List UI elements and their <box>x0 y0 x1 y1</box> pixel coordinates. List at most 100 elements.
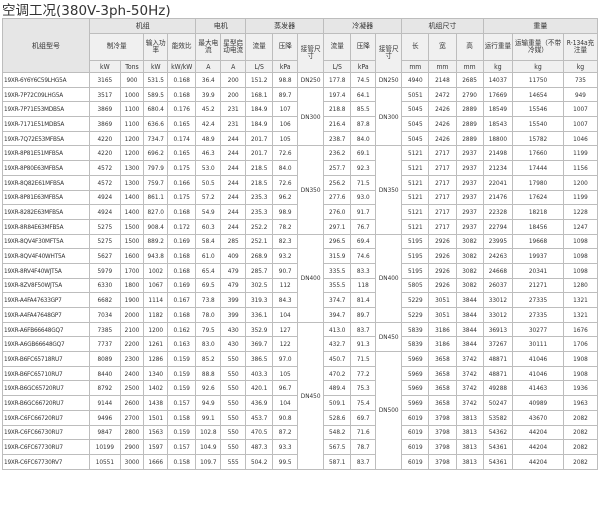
length-cell: 5805 <box>401 277 430 294</box>
model-cell: 19XR-8Q82E61MFB5A <box>1 174 91 191</box>
star-current-cell: 200 <box>220 86 247 103</box>
evap-pipe-cell: DN400 <box>297 233 325 323</box>
model-cell: 19XR-B6GC65720RU7 <box>1 380 91 397</box>
evap-pressure-cell: 89.7 <box>272 86 299 103</box>
subheader-length: 长 <box>401 33 430 61</box>
height-cell: 3844 <box>455 292 484 308</box>
capacity-kw-cell: 7034 <box>89 307 121 323</box>
cond-flow-cell: 432.7 <box>323 336 352 353</box>
capacity-kw-cell: 9847 <box>89 424 121 441</box>
length-cell: 5045 <box>401 130 430 147</box>
operating-weight-cell: 37267 <box>482 336 514 353</box>
cond-pressure-cell: 69.1 <box>350 145 377 162</box>
height-cell: 2889 <box>455 116 484 132</box>
operating-weight-cell: 22794 <box>482 218 514 235</box>
capacity-tons-cell: 2900 <box>119 439 145 455</box>
table-body: 19XR-6Y6Y6C59LHG5A 3165 900 531.5 0.168 36.4 2… <box>1 72 599 470</box>
evap-pressure-cell: 106 <box>272 116 299 132</box>
efficiency-cell: 0.159 <box>167 380 197 397</box>
efficiency-cell: 0.167 <box>167 292 197 308</box>
capacity-kw-cell: 9144 <box>89 395 121 411</box>
refrigerant-charge-cell: 1007 <box>562 101 599 118</box>
cond-pipe-cell: DN500 <box>375 351 403 470</box>
star-current-cell: 550 <box>220 395 247 411</box>
input-power-cell: 1114 <box>143 292 169 308</box>
length-cell: 5121 <box>401 174 430 191</box>
capacity-kw-cell: 4924 <box>89 204 121 220</box>
unit-cell: A <box>220 60 247 73</box>
input-power-cell: 636.6 <box>143 116 169 132</box>
evap-flow-cell: 386.5 <box>245 351 274 367</box>
cond-pipe-cell: DN250 <box>375 72 403 88</box>
refrigerant-charge-cell: 1199 <box>562 145 599 162</box>
evap-flow-cell: 201.7 <box>245 145 274 162</box>
model-cell: 19XR-8ZV8F50WJT5A <box>1 277 91 294</box>
capacity-tons-cell: 2400 <box>119 365 145 382</box>
evap-flow-cell: 352.9 <box>245 321 274 338</box>
efficiency-cell: 0.158 <box>167 453 197 470</box>
evap-pressure-cell: 98.8 <box>272 72 299 88</box>
length-cell: 6019 <box>401 424 430 441</box>
cond-flow-cell: 177.8 <box>323 72 352 88</box>
unit-cell: kg <box>512 60 564 73</box>
refrigerant-charge-cell: 1156 <box>562 160 599 176</box>
width-cell: 2717 <box>428 189 457 206</box>
width-cell: 2717 <box>428 145 457 162</box>
cond-pressure-cell: 71.5 <box>350 351 377 367</box>
max-current-cell: 57.2 <box>195 189 222 206</box>
evap-pressure-cell: 84.0 <box>272 160 299 176</box>
max-current-cell: 99.1 <box>195 409 222 426</box>
height-cell: 3844 <box>455 307 484 323</box>
max-current-cell: 88.8 <box>195 365 222 382</box>
cond-pressure-cell: 75.3 <box>350 380 377 397</box>
cond-flow-cell: 548.2 <box>323 424 352 441</box>
cond-pressure-cell: 64.1 <box>350 86 377 103</box>
cond-flow-cell: 413.0 <box>323 321 352 338</box>
refrigerant-charge-cell: 1908 <box>562 351 599 367</box>
cond-pipe-cell: DN450 <box>375 321 403 353</box>
group-weight-header: 重量 <box>482 18 599 34</box>
length-cell: 6019 <box>401 439 430 455</box>
subheader-shipping-weight: 运输重量（不带冷媒） <box>512 33 564 61</box>
model-cell: 19XR-8P81E51MFB5A <box>1 145 91 162</box>
width-cell: 3051 <box>428 292 457 308</box>
input-power-cell: 1182 <box>143 307 169 323</box>
evap-pressure-cell: 99.5 <box>272 453 299 470</box>
length-cell: 5051 <box>401 86 430 103</box>
model-cell: 19XR-6Y6Y6C59LHG5A <box>1 72 91 88</box>
model-cell: 19XR-C6FC66720RU7 <box>1 409 91 426</box>
max-current-cell: 94.9 <box>195 395 222 411</box>
refrigerant-charge-cell: 1098 <box>562 262 599 279</box>
efficiency-cell: 0.172 <box>167 218 197 235</box>
height-cell: 3082 <box>455 277 484 294</box>
width-cell: 3186 <box>428 336 457 353</box>
efficiency-cell: 0.157 <box>167 395 197 411</box>
evap-pressure-cell: 107 <box>272 101 299 118</box>
max-current-cell: 109.7 <box>195 453 222 470</box>
cond-pressure-cell: 75.4 <box>350 395 377 411</box>
input-power-cell: 861.1 <box>143 189 169 206</box>
subheader-cond-pipe: 接管尺寸 <box>375 33 403 73</box>
shipping-weight-cell: 41046 <box>512 365 564 382</box>
refrigerant-charge-cell: 1098 <box>562 233 599 250</box>
capacity-tons-cell: 1100 <box>119 116 145 132</box>
evap-flow-cell: 218.5 <box>245 174 274 191</box>
capacity-tons-cell: 2700 <box>119 409 145 426</box>
height-cell: 2937 <box>455 145 484 162</box>
operating-weight-cell: 23995 <box>482 233 514 250</box>
refrigerant-charge-cell: 1280 <box>562 277 599 294</box>
length-cell: 5195 <box>401 233 430 250</box>
width-cell: 2717 <box>428 160 457 176</box>
operating-weight-cell: 49288 <box>482 380 514 397</box>
width-cell: 2926 <box>428 277 457 294</box>
shipping-weight-cell: 15782 <box>512 130 564 147</box>
model-cell: 19XR-A6GB66648GQ7 <box>1 336 91 353</box>
length-cell: 5121 <box>401 204 430 220</box>
operating-weight-cell: 14037 <box>482 72 514 88</box>
subheader-evap-pipe: 接管尺寸 <box>297 33 325 73</box>
refrigerant-charge-cell: 1963 <box>562 395 599 411</box>
input-power-cell: 1286 <box>143 351 169 367</box>
group-unit-header: 机组 <box>89 18 197 34</box>
evap-flow-cell: 235.3 <box>245 189 274 206</box>
operating-weight-cell: 22328 <box>482 204 514 220</box>
